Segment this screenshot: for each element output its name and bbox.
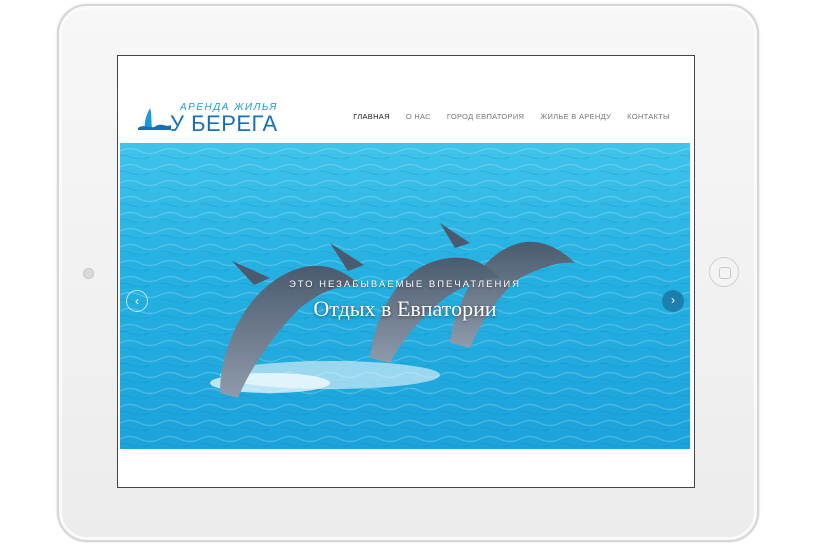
main-nav: ГЛАВНАЯ О НАС ГОРОД ЕВПАТОРИЯ ЖИЛЬЕ В АР… [353,112,670,121]
nav-item-city[interactable]: ГОРОД ЕВПАТОРИЯ [447,112,524,121]
home-button[interactable] [709,257,739,287]
hero-subtitle: ЭТО НЕЗАБЫВАЕМЫЕ ВПЕЧАТЛЕНИЯ [288,279,522,290]
camera-icon [83,268,94,279]
wave-logo-icon [138,108,171,130]
site-logo[interactable]: АРЕНДА ЖИЛЬЯ У БЕРЕГА [136,102,286,138]
nav-item-about[interactable]: О НАС [406,112,431,121]
nav-item-home[interactable]: ГЛАВНАЯ [353,112,390,121]
chevron-left-icon: ‹ [135,294,139,308]
nav-item-contacts[interactable]: КОНТАКТЫ [627,112,670,121]
logo-title: У БЕРЕГА [170,111,278,136]
website-screen: АРЕНДА ЖИЛЬЯ У БЕРЕГА ГЛАВНАЯ О НАС ГОРО… [117,55,695,488]
nav-item-rent[interactable]: ЖИЛЬЕ В АРЕНДУ [540,112,611,121]
slider-prev-button[interactable]: ‹ [126,290,148,312]
chevron-right-icon: › [671,293,675,307]
hero-slider: ЭТО НЕЗАБЫВАЕМЫЕ ВПЕЧАТЛЕНИЯ Отдых в Евп… [120,143,690,449]
hero-title: Отдых в Евпатории [313,296,497,321]
slider-next-button[interactable]: › [662,290,684,312]
